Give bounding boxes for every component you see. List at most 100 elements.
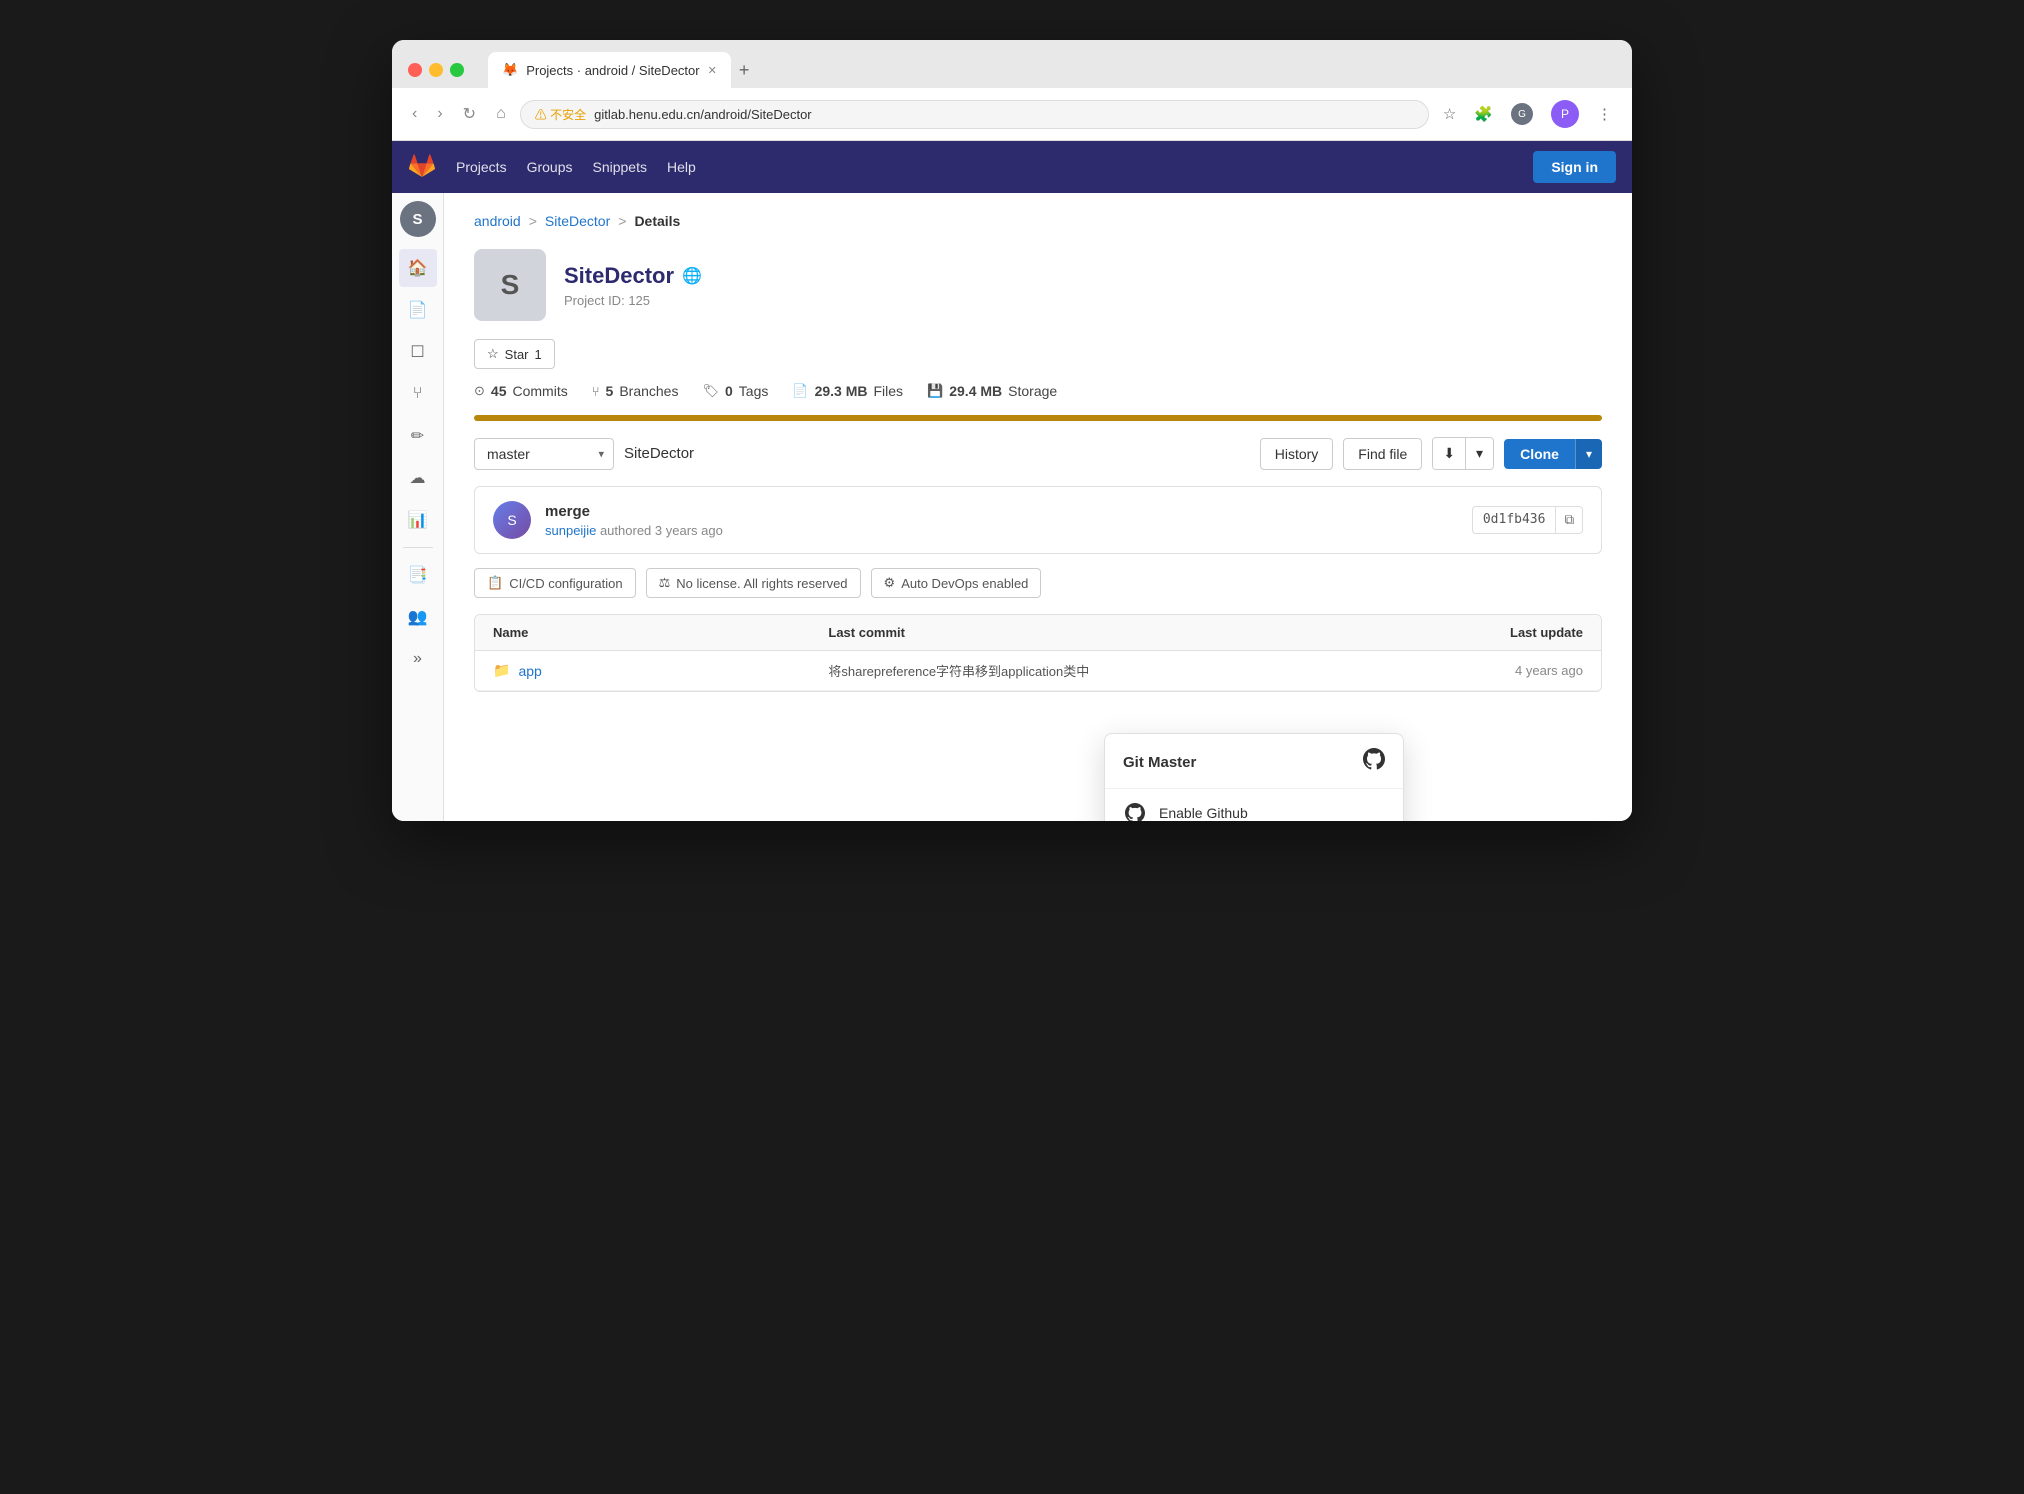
- col-commit: Last commit: [828, 625, 1331, 640]
- star-button[interactable]: ☆ Star 1: [474, 339, 555, 369]
- sidebar-icon-issues[interactable]: ☐: [399, 333, 437, 371]
- tab-close-button[interactable]: ✕: [708, 64, 717, 77]
- nav-groups[interactable]: Groups: [527, 159, 573, 175]
- git-master-dropdown: Git Master Enable G: [1104, 733, 1404, 821]
- traffic-lights[interactable]: [408, 63, 464, 77]
- dropdown-header: Git Master: [1105, 734, 1403, 789]
- sidebar-icon-operations[interactable]: ☁: [399, 459, 437, 497]
- browser-tab[interactable]: 🦊 Projects · android / SiteDector ✕: [488, 52, 731, 88]
- breadcrumb-sep-1: >: [529, 213, 537, 229]
- project-icon: S: [474, 249, 546, 321]
- breadcrumb-android[interactable]: android: [474, 213, 521, 229]
- address-bar[interactable]: ⚠ 不安全 gitlab.henu.edu.cn/android/SiteDec…: [520, 100, 1429, 129]
- minimize-button[interactable]: [429, 63, 443, 77]
- commit-message[interactable]: merge: [545, 503, 1458, 520]
- commit-meta: sunpeijie authored 3 years ago: [545, 523, 1458, 538]
- breadcrumb-sitedector[interactable]: SiteDector: [545, 213, 610, 229]
- history-button[interactable]: History: [1260, 438, 1334, 470]
- clone-dropdown-button[interactable]: ▾: [1575, 439, 1602, 469]
- sidebar-icon-analytics[interactable]: 📊: [399, 501, 437, 539]
- stat-tags[interactable]: 🏷 0 Tags: [702, 383, 768, 399]
- clone-btn-group: Clone ▾: [1504, 439, 1602, 469]
- sidebar-icon-wiki[interactable]: 📑: [399, 556, 437, 594]
- commit-row: S merge sunpeijie authored 3 years ago 0…: [474, 486, 1602, 554]
- files-label: Files: [873, 383, 903, 399]
- home-button[interactable]: ⌂: [490, 101, 512, 127]
- clone-button[interactable]: Clone: [1504, 439, 1575, 469]
- file-name-app[interactable]: 📁 app: [493, 662, 828, 679]
- tags-icon: 🏷: [702, 383, 719, 399]
- back-button[interactable]: ‹: [406, 101, 423, 127]
- cicd-tag[interactable]: 📋 CI/CD configuration: [474, 568, 636, 598]
- sidebar-icon-members[interactable]: 👥: [399, 598, 437, 636]
- new-tab-button[interactable]: +: [731, 52, 758, 88]
- star-icon: ☆: [487, 346, 499, 362]
- repo-path: SiteDector: [624, 445, 1250, 462]
- commit-author-avatar: S: [493, 501, 531, 539]
- star-label: Star: [505, 347, 529, 362]
- sidebar-icon-cicd[interactable]: ✏: [399, 417, 437, 455]
- gitlab-logo-icon[interactable]: [408, 151, 436, 184]
- col-date: Last update: [1331, 625, 1583, 640]
- branches-value: 5: [606, 383, 614, 399]
- file-date: 4 years ago: [1331, 663, 1583, 678]
- menu-button[interactable]: ⋮: [1591, 96, 1618, 132]
- col-name: Name: [493, 625, 828, 640]
- download-button[interactable]: ⬇: [1433, 438, 1465, 469]
- license-icon: ⚖: [659, 575, 671, 591]
- commit-author[interactable]: sunpeijie: [545, 523, 596, 538]
- sign-in-button[interactable]: Sign in: [1533, 151, 1616, 183]
- sidebar-icon-mergerequests[interactable]: ⑂: [399, 375, 437, 413]
- nav-projects[interactable]: Projects: [456, 159, 507, 175]
- dropdown-item-github[interactable]: Enable Github: [1105, 789, 1403, 821]
- project-name: SiteDector: [564, 263, 674, 289]
- table-row: 📁 app 将sharepreference字符串移到application类中…: [475, 651, 1601, 691]
- breadcrumb-current: Details: [634, 213, 680, 229]
- tab-title: Projects · android / SiteDector: [526, 63, 699, 78]
- extensions-button[interactable]: 🧩: [1468, 96, 1499, 132]
- stat-storage[interactable]: 💾 29.4 MB Storage: [927, 383, 1057, 399]
- download-dropdown-button[interactable]: ▾: [1466, 438, 1493, 469]
- folder-icon: 📁: [493, 662, 510, 679]
- branch-select[interactable]: master: [474, 438, 614, 470]
- browser-toolbar: ‹ › ↻ ⌂ ⚠ 不安全 gitlab.henu.edu.cn/android…: [392, 88, 1632, 141]
- project-header: S SiteDector 🌐 Project ID: 125: [474, 249, 1602, 321]
- nav-help[interactable]: Help: [667, 159, 696, 175]
- sidebar-icon-home[interactable]: 🏠: [399, 249, 437, 287]
- refresh-button[interactable]: ↻: [457, 100, 482, 128]
- maximize-button[interactable]: [450, 63, 464, 77]
- sidebar-icon-repository[interactable]: 📄: [399, 291, 437, 329]
- stat-branches[interactable]: ⑂ 5 Branches: [592, 383, 679, 399]
- license-tag[interactable]: ⚖ No license. All rights reserved: [646, 568, 861, 598]
- devops-tag[interactable]: ⚙ Auto DevOps enabled: [871, 568, 1042, 598]
- url-text: gitlab.henu.edu.cn/android/SiteDector: [594, 107, 812, 122]
- sidebar-icon-collapse[interactable]: »: [399, 640, 437, 678]
- commit-hash-group: 0d1fb436 ⧉: [1472, 506, 1583, 534]
- stat-commits[interactable]: ⊙ 45 Commits: [474, 383, 568, 399]
- breadcrumb-sep-2: >: [618, 213, 626, 229]
- storage-label: Storage: [1008, 383, 1057, 399]
- tab-favicon: 🦊: [502, 62, 518, 78]
- project-id: Project ID: 125: [564, 293, 702, 308]
- cicd-icon: 📋: [487, 575, 503, 591]
- git-master-extension[interactable]: G: [1505, 96, 1539, 132]
- file-name-text: app: [518, 663, 541, 679]
- branches-icon: ⑂: [592, 384, 600, 399]
- find-file-button[interactable]: Find file: [1343, 438, 1422, 470]
- commit-hash[interactable]: 0d1fb436: [1472, 506, 1557, 534]
- stat-files[interactable]: 📄 29.3 MB Files: [792, 383, 903, 399]
- sidebar-avatar: S: [400, 201, 436, 237]
- tags-value: 0: [725, 383, 733, 399]
- toolbar-actions: ☆ 🧩 G P ⋮: [1437, 96, 1618, 132]
- storage-icon: 💾: [927, 383, 943, 399]
- bookmark-button[interactable]: ☆: [1437, 96, 1462, 132]
- license-label: No license. All rights reserved: [676, 576, 847, 591]
- close-button[interactable]: [408, 63, 422, 77]
- profile-button[interactable]: P: [1545, 96, 1585, 132]
- storage-value: 29.4 MB: [949, 383, 1002, 399]
- copy-hash-button[interactable]: ⧉: [1556, 506, 1583, 534]
- nav-snippets[interactable]: Snippets: [593, 159, 647, 175]
- file-table-header: Name Last commit Last update: [475, 615, 1601, 651]
- sidebar-divider: [403, 547, 433, 548]
- forward-button[interactable]: ›: [431, 101, 448, 127]
